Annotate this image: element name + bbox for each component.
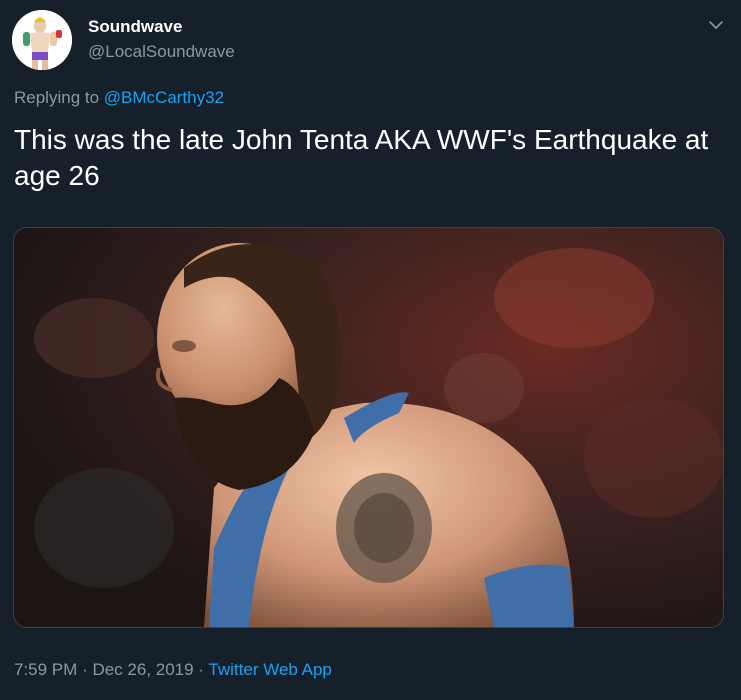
reply-context: Replying to @BMcCarthy32	[14, 88, 224, 108]
author-display-name[interactable]: Soundwave	[88, 17, 182, 37]
tweet-metadata: 7:59 PM · Dec 26, 2019 · Twitter Web App	[14, 660, 332, 680]
reply-prefix: Replying to	[14, 88, 100, 107]
tweet-time[interactable]: 7:59 PM	[14, 660, 77, 679]
avatar[interactable]	[12, 10, 72, 70]
tweet: Soundwave @LocalSoundwave Replying to @B…	[0, 0, 741, 700]
chevron-down-icon[interactable]	[705, 14, 727, 36]
author-handle[interactable]: @LocalSoundwave	[88, 42, 235, 62]
tweet-photo[interactable]	[13, 227, 724, 628]
tweet-source-link[interactable]: Twitter Web App	[208, 660, 331, 679]
tweet-text: This was the late John Tenta AKA WWF's E…	[14, 124, 709, 191]
tweet-date[interactable]: Dec 26, 2019	[92, 660, 193, 679]
meta-separator: ·	[198, 660, 204, 679]
reply-to-link[interactable]: @BMcCarthy32	[104, 88, 224, 107]
meta-separator: ·	[82, 660, 88, 679]
